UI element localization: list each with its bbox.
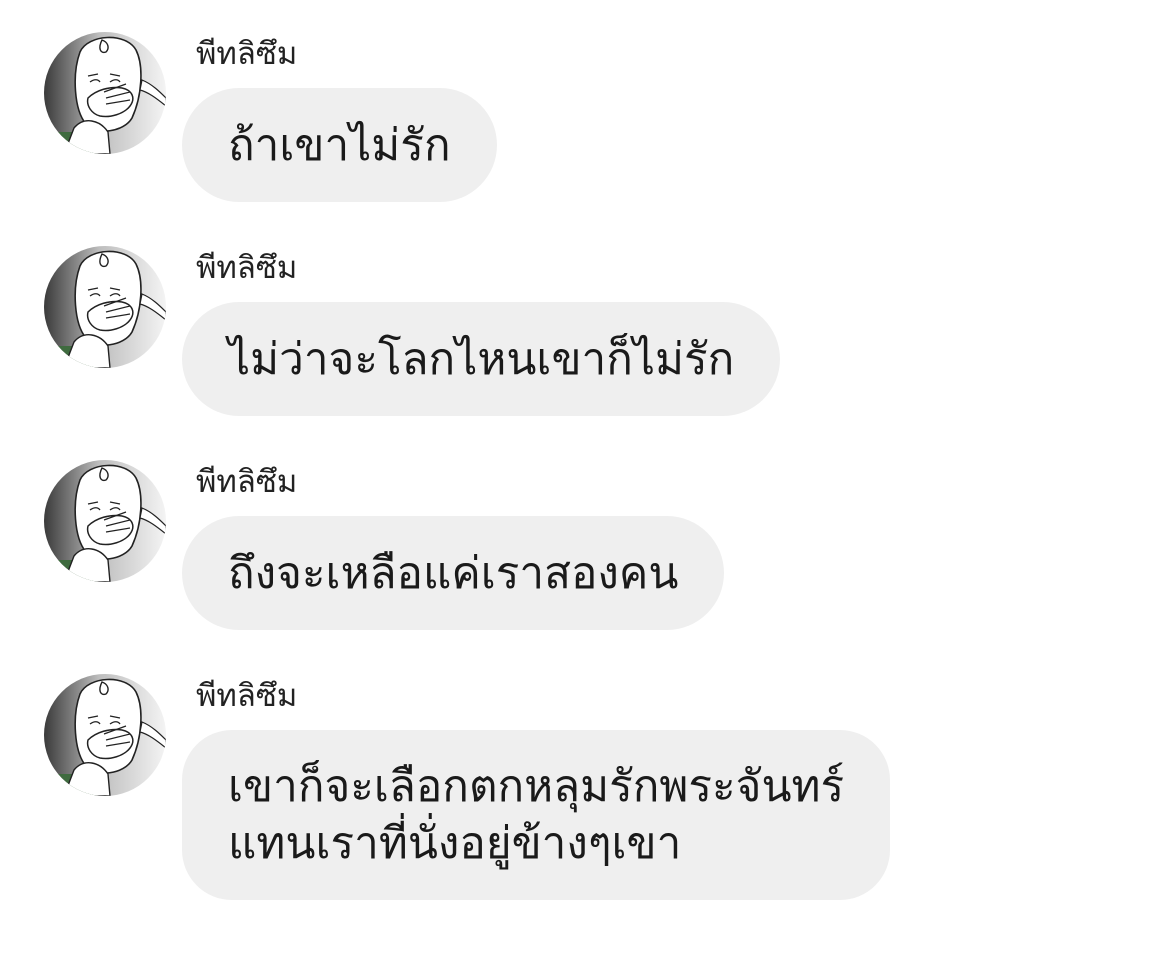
message-text: ถ้าเขาไม่รัก [228,119,451,171]
message-bubble[interactable]: ถ้าเขาไม่รัก [182,88,497,202]
avatar-icon[interactable] [44,674,166,796]
sender-name: พีทลิซึม [196,36,298,72]
message-group: พีทลิซึม ไม่ว่าจะโลกไหนเขาก็ไม่รัก [0,246,1170,418]
message-bubble[interactable]: เขาก็จะเลือกตกหลุมรักพระจันทร์ แทนเราที่… [182,730,891,900]
sender-name: พีทลิซึม [196,464,298,500]
message-bubble[interactable]: ถึงจะเหลือแค่เราสองคน [182,516,725,630]
sender-name: พีทลิซึม [196,250,298,286]
message-group: พีทลิซึม ถึงจะเหลือแค่เราสองคน [0,460,1170,632]
avatar-icon[interactable] [44,246,166,368]
message-text: ถึงจะเหลือแค่เราสองคน [228,547,679,599]
avatar-icon[interactable] [44,32,166,154]
message-text: แทนเราที่นั่งอยู่ข้างๆเขา [228,818,682,869]
message-group: พีทลิซึม เขาก็จะเลือกตกหลุมรักพระจันทร์ … [0,674,1170,914]
avatar-icon[interactable] [44,460,166,582]
message-text: ไม่ว่าจะโลกไหนเขาก็ไม่รัก [228,333,735,385]
message-text: เขาก็จะเลือกตกหลุมรักพระจันทร์ [228,761,845,812]
message-group: พีทลิซึม ถ้าเขาไม่รัก [0,32,1170,204]
sender-name: พีทลิซึม [196,678,298,714]
message-bubble[interactable]: ไม่ว่าจะโลกไหนเขาก็ไม่รัก [182,302,781,416]
